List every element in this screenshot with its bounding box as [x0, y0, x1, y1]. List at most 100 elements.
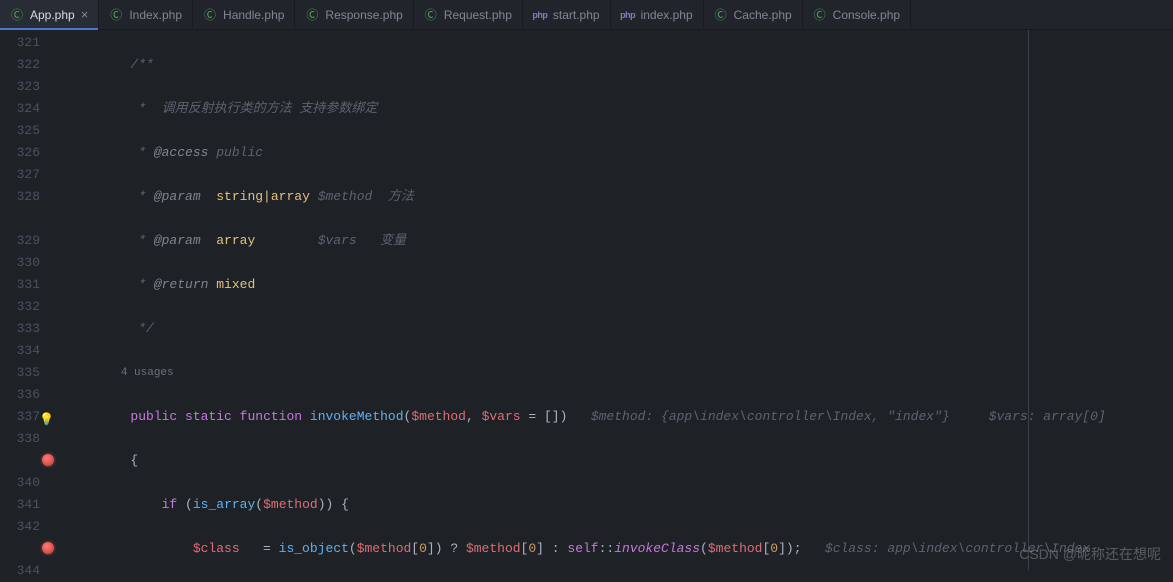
fn-call: is_array — [193, 497, 255, 512]
line-number[interactable]: 330 — [0, 252, 40, 274]
line-number[interactable]: 344 — [0, 560, 40, 582]
tab-request-php[interactable]: ⒸRequest.php — [414, 0, 523, 29]
class-icon: Ⓒ — [203, 8, 217, 22]
kw-if: if — [162, 497, 178, 512]
tab-label: start.php — [553, 8, 600, 22]
num: 0 — [770, 541, 778, 556]
tab-label: index.php — [641, 8, 693, 22]
code-line[interactable]: * @return mixed — [58, 274, 1173, 296]
line-number[interactable]: 340 — [0, 472, 40, 494]
tab-label: Cache.php — [734, 8, 792, 22]
line-number[interactable]: 322 — [0, 54, 40, 76]
var: $class — [193, 541, 240, 556]
line-number[interactable] — [0, 208, 40, 230]
line-number[interactable]: 331 — [0, 274, 40, 296]
fn-name: invokeMethod — [310, 409, 404, 424]
line-number[interactable]: 327 — [0, 164, 40, 186]
class-icon: Ⓒ — [424, 8, 438, 22]
breakpoint-icon[interactable] — [42, 454, 54, 466]
code-line[interactable]: /** — [58, 54, 1173, 76]
num: 0 — [528, 541, 536, 556]
doc-tag: @access — [154, 145, 209, 160]
class-icon: Ⓒ — [10, 8, 24, 22]
line-number[interactable]: 334 — [0, 340, 40, 362]
doc-var: $vars — [318, 233, 357, 248]
kw-function: function — [240, 409, 302, 424]
tab-response-php[interactable]: Ⓒ Response.php — [295, 0, 413, 29]
code-area[interactable]: /** * 调用反射执行类的方法 支持参数绑定 * @access public… — [58, 30, 1173, 570]
tab-label: Response.php — [325, 8, 402, 22]
code-line[interactable]: * @param string|array $method 方法 — [58, 186, 1173, 208]
line-number[interactable]: 323 — [0, 76, 40, 98]
var: $method — [466, 541, 521, 556]
tab-index-php[interactable]: php index.php — [611, 0, 704, 29]
line-number[interactable]: 329 — [0, 230, 40, 252]
line-number[interactable]: 341 — [0, 494, 40, 516]
class-icon: Ⓒ — [305, 8, 319, 22]
line-number[interactable]: 342 — [0, 516, 40, 538]
param: $vars — [482, 409, 521, 424]
tab-index-php[interactable]: ⒸIndex.php — [99, 0, 193, 29]
tab-label: Handle.php — [223, 8, 284, 22]
doc-type: mixed — [216, 277, 255, 292]
var: $method — [357, 541, 412, 556]
doc-type: array — [216, 233, 255, 248]
line-number[interactable]: 325 — [0, 120, 40, 142]
php-icon: php — [621, 8, 635, 22]
doc-tag: @param — [154, 189, 201, 204]
var: $method — [263, 497, 318, 512]
editor-tabs: ⒸApp.php×ⒸIndex.phpⒸHandle.phpⒸResponse.… — [0, 0, 1173, 30]
code-line[interactable]: if (is_array($method)) { — [58, 494, 1173, 516]
code-line[interactable]: { — [58, 450, 1173, 472]
doc-val: public — [216, 145, 263, 160]
tab-handle-php[interactable]: Ⓒ Handle.php — [193, 0, 295, 29]
line-number[interactable] — [0, 538, 40, 560]
line-number[interactable]: 335 — [0, 362, 40, 384]
line-number[interactable]: 337💡 — [0, 406, 40, 428]
line-number[interactable]: 333 — [0, 318, 40, 340]
kw-static: static — [185, 409, 232, 424]
tab-label: App.php — [30, 8, 75, 22]
class-icon: Ⓒ — [813, 8, 827, 22]
tab-label: Console.php — [833, 8, 900, 22]
usages-label: 4 usages — [121, 367, 174, 379]
line-number[interactable]: 332 — [0, 296, 40, 318]
line-number[interactable]: 338 — [0, 428, 40, 450]
doc-var: $method — [318, 189, 373, 204]
inlay-hint: $method: {app\index\controller\Index, "i… — [591, 409, 1106, 424]
intention-bulb-icon[interactable]: 💡 — [39, 409, 54, 431]
line-number[interactable]: 328 — [0, 186, 40, 208]
code-line[interactable]: * @access public — [58, 142, 1173, 164]
breakpoint-icon[interactable] — [42, 542, 54, 554]
code-line[interactable]: */ — [58, 318, 1173, 340]
code-line[interactable]: * 调用反射执行类的方法 支持参数绑定 — [58, 98, 1173, 120]
code-line[interactable]: * @param array $vars 变量 — [58, 230, 1173, 252]
var: $method — [708, 541, 763, 556]
tab-app-php[interactable]: Ⓒ App.php × — [0, 0, 99, 29]
default: [] — [544, 409, 560, 424]
doc-type: string|array — [216, 189, 310, 204]
inlay-hint: $class: app\index\controller\Index — [825, 541, 1090, 556]
php-icon: php — [533, 8, 547, 22]
kw-public: public — [130, 409, 177, 424]
fn-call: is_object — [279, 541, 349, 556]
line-number[interactable] — [0, 450, 40, 472]
close-icon[interactable]: × — [81, 7, 89, 22]
docblock-close: */ — [130, 321, 153, 336]
tab-label: Index.php — [129, 8, 182, 22]
tab-cache-php[interactable]: ⒸCache.php — [704, 0, 803, 29]
line-number[interactable]: 336 — [0, 384, 40, 406]
tab-console-php[interactable]: Ⓒ Console.php — [803, 0, 911, 29]
line-number[interactable]: 324 — [0, 98, 40, 120]
code-line[interactable]: public static function invokeMethod($met… — [58, 406, 1173, 428]
line-number[interactable]: 326 — [0, 142, 40, 164]
usages-hint[interactable]: 4 usages — [58, 362, 1173, 384]
line-gutter: 3213223233243253263273283293303313323333… — [0, 30, 58, 570]
docblock-desc: * 调用反射执行类的方法 支持参数绑定 — [130, 101, 377, 116]
doc-tag: @return — [154, 277, 209, 292]
line-number[interactable]: 321 — [0, 32, 40, 54]
code-line[interactable]: $class = is_object($method[0]) ? $method… — [58, 538, 1173, 560]
kw-self: self — [567, 541, 598, 556]
doc-desc: 变量 — [380, 233, 406, 248]
tab-start-php[interactable]: php start.php — [523, 0, 611, 29]
